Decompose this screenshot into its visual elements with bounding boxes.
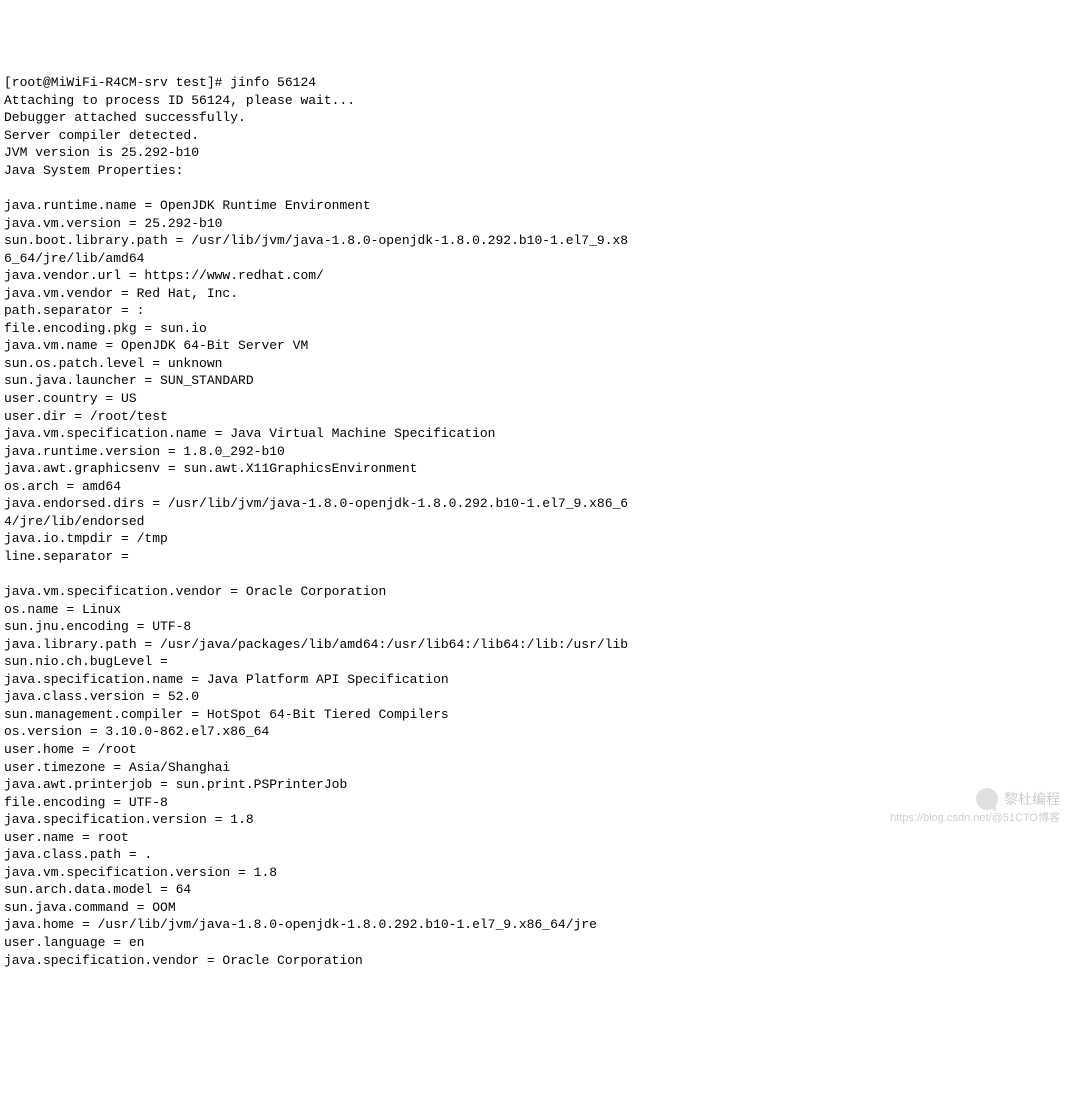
terminal-line: java.vm.name = OpenJDK 64-Bit Server VM: [4, 337, 1076, 355]
terminal-line: [root@MiWiFi-R4CM-srv test]# jinfo 56124: [4, 74, 1076, 92]
terminal-line: Debugger attached successfully.: [4, 109, 1076, 127]
terminal-line: user.country = US: [4, 390, 1076, 408]
terminal-line: user.name = root: [4, 829, 1076, 847]
terminal-output: [root@MiWiFi-R4CM-srv test]# jinfo 56124…: [4, 74, 1076, 969]
terminal-line: java.vm.version = 25.292-b10: [4, 215, 1076, 233]
terminal-line: sun.java.launcher = SUN_STANDARD: [4, 372, 1076, 390]
terminal-line: line.separator =: [4, 548, 1076, 566]
terminal-line: java.endorsed.dirs = /usr/lib/jvm/java-1…: [4, 495, 1076, 513]
terminal-line: user.language = en: [4, 934, 1076, 952]
terminal-line: java.awt.graphicsenv = sun.awt.X11Graphi…: [4, 460, 1076, 478]
terminal-line: os.name = Linux: [4, 601, 1076, 619]
terminal-line: file.encoding.pkg = sun.io: [4, 320, 1076, 338]
terminal-line: user.timezone = Asia/Shanghai: [4, 759, 1076, 777]
terminal-line: sun.java.command = OOM: [4, 899, 1076, 917]
terminal-line: user.dir = /root/test: [4, 408, 1076, 426]
terminal-line: [4, 179, 1076, 197]
terminal-line: sun.os.patch.level = unknown: [4, 355, 1076, 373]
terminal-line: os.arch = amd64: [4, 478, 1076, 496]
terminal-line: sun.arch.data.model = 64: [4, 881, 1076, 899]
watermark: 黎杜编程: [976, 788, 1060, 810]
terminal-line: java.vendor.url = https://www.redhat.com…: [4, 267, 1076, 285]
terminal-line: java.vm.specification.vendor = Oracle Co…: [4, 583, 1076, 601]
terminal-line: path.separator = :: [4, 302, 1076, 320]
terminal-line: JVM version is 25.292-b10: [4, 144, 1076, 162]
terminal-line: user.home = /root: [4, 741, 1076, 759]
terminal-line: Java System Properties:: [4, 162, 1076, 180]
terminal-line: java.specification.name = Java Platform …: [4, 671, 1076, 689]
terminal-line: java.runtime.version = 1.8.0_292-b10: [4, 443, 1076, 461]
terminal-line: Server compiler detected.: [4, 127, 1076, 145]
terminal-line: sun.boot.library.path = /usr/lib/jvm/jav…: [4, 232, 1076, 250]
terminal-line: java.vm.specification.name = Java Virtua…: [4, 425, 1076, 443]
terminal-line: java.class.version = 52.0: [4, 688, 1076, 706]
terminal-line: Attaching to process ID 56124, please wa…: [4, 92, 1076, 110]
terminal-line: java.io.tmpdir = /tmp: [4, 530, 1076, 548]
terminal-line: java.class.path = .: [4, 846, 1076, 864]
watermark-text: 黎杜编程: [1004, 790, 1060, 809]
terminal-line: 4/jre/lib/endorsed: [4, 513, 1076, 531]
terminal-line: java.vm.vendor = Red Hat, Inc.: [4, 285, 1076, 303]
terminal-line: sun.nio.ch.bugLevel =: [4, 653, 1076, 671]
terminal-line: 6_64/jre/lib/amd64: [4, 250, 1076, 268]
terminal-line: java.specification.vendor = Oracle Corpo…: [4, 952, 1076, 970]
terminal-line: [4, 566, 1076, 584]
terminal-line: java.runtime.name = OpenJDK Runtime Envi…: [4, 197, 1076, 215]
terminal-line: sun.jnu.encoding = UTF-8: [4, 618, 1076, 636]
terminal-line: java.home = /usr/lib/jvm/java-1.8.0-open…: [4, 916, 1076, 934]
terminal-line: file.encoding = UTF-8: [4, 794, 1076, 812]
terminal-line: os.version = 3.10.0-862.el7.x86_64: [4, 723, 1076, 741]
chat-icon: [976, 788, 998, 810]
terminal-line: java.awt.printerjob = sun.print.PSPrinte…: [4, 776, 1076, 794]
terminal-line: java.vm.specification.version = 1.8: [4, 864, 1076, 882]
watermark-sub: https://blog.csdn.net/@51CTO博客: [890, 811, 1060, 826]
terminal-line: sun.management.compiler = HotSpot 64-Bit…: [4, 706, 1076, 724]
terminal-line: java.library.path = /usr/java/packages/l…: [4, 636, 1076, 654]
